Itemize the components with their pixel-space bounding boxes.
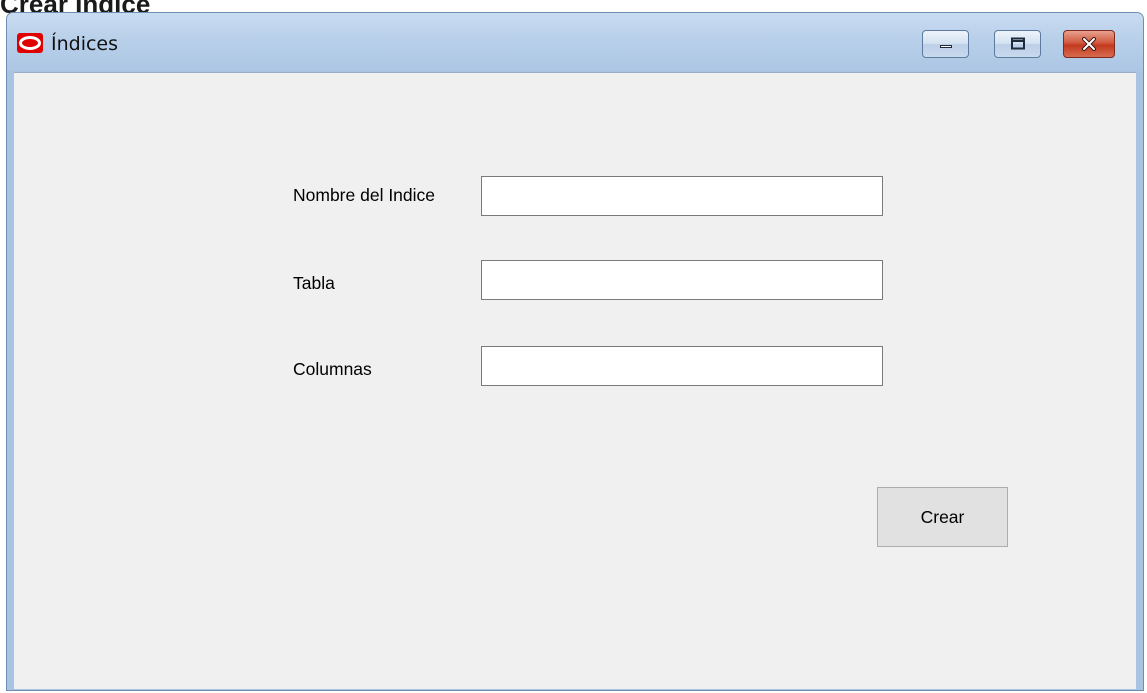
nombre-indice-label: Nombre del Indice bbox=[293, 185, 436, 205]
maximize-button[interactable] bbox=[994, 30, 1041, 58]
nombre-indice-input[interactable] bbox=[481, 176, 883, 216]
close-button[interactable] bbox=[1063, 30, 1115, 58]
columnas-input[interactable] bbox=[481, 346, 883, 386]
title-bar[interactable]: Índices bbox=[7, 13, 1143, 71]
indices-window: Índices Nombre del Indice Tabla Columnas bbox=[6, 12, 1144, 691]
minimize-icon bbox=[939, 45, 952, 48]
window-title: Índices bbox=[51, 33, 119, 55]
crear-button[interactable]: Crear bbox=[877, 487, 1008, 547]
tabla-input[interactable] bbox=[481, 260, 883, 300]
close-icon bbox=[1082, 37, 1096, 51]
minimize-button[interactable] bbox=[922, 30, 969, 58]
form-client-area: Nombre del Indice Tabla Columnas Crear bbox=[14, 72, 1136, 689]
columnas-label: Columnas bbox=[293, 359, 372, 379]
oracle-logo-icon bbox=[17, 33, 43, 53]
maximize-icon bbox=[1010, 37, 1025, 50]
tabla-label: Tabla bbox=[293, 273, 335, 293]
